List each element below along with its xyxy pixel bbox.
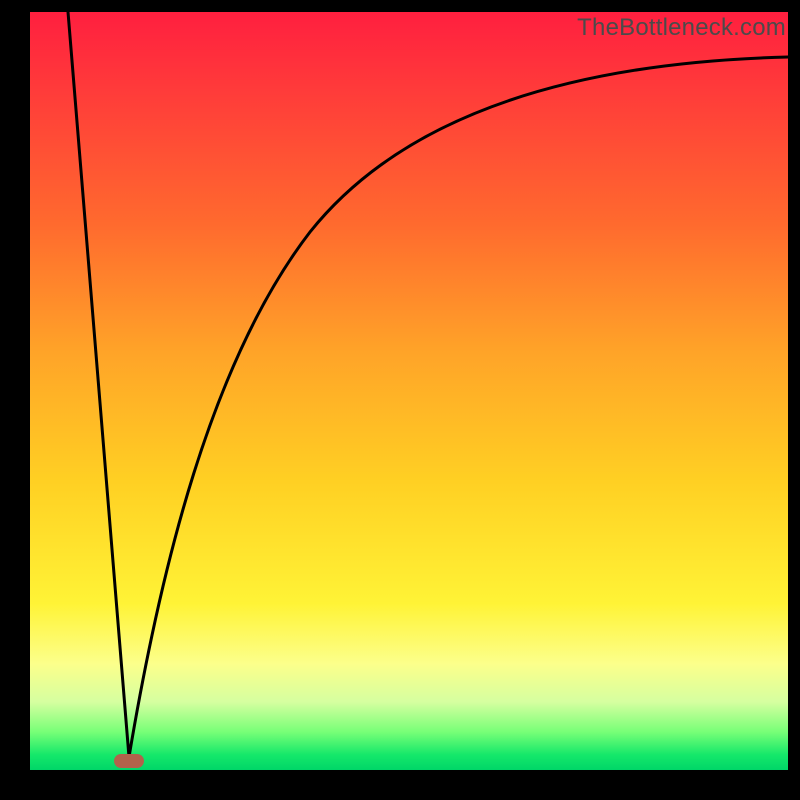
bottleneck-curve <box>30 12 788 770</box>
curve-right-branch <box>129 57 788 757</box>
chart-frame: TheBottleneck.com <box>0 0 800 800</box>
plot-area <box>30 12 788 770</box>
curve-left-branch <box>68 12 129 757</box>
watermark-text: TheBottleneck.com <box>577 14 786 42</box>
notch-marker <box>114 754 144 768</box>
